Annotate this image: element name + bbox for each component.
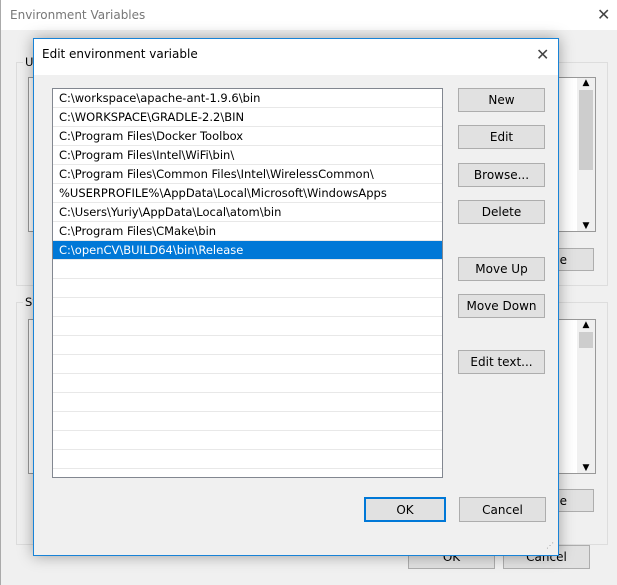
edit-environment-variable-dialog: Edit environment variable ✕ C:\workspace… [33, 38, 559, 556]
edit-text-button[interactable]: Edit text... [458, 350, 545, 374]
list-item[interactable]: C:\Program Files\Common Files\Intel\Wire… [53, 165, 442, 184]
scrollbar[interactable]: ▲ ▼ [577, 320, 595, 473]
browse-button[interactable]: Browse... [458, 163, 545, 187]
list-item[interactable]: C:\Program Files\Docker Toolbox [53, 127, 442, 146]
bg-button-label: e [559, 493, 567, 508]
list-item[interactable]: C:\workspace\apache-ant-1.9.6\bin [53, 89, 442, 108]
move-down-button[interactable]: Move Down [458, 294, 545, 318]
list-item[interactable] [53, 431, 442, 450]
delete-button[interactable]: Delete [458, 200, 545, 224]
scrollbar[interactable]: ▲ ▼ [577, 78, 595, 231]
list-item[interactable]: C:\openCV\BUILD64\bin\Release [53, 241, 442, 260]
dialog-title-bar: Edit environment variable ✕ [34, 39, 558, 75]
resize-grip-icon[interactable]: ⋰ [546, 541, 554, 550]
list-item[interactable]: %USERPROFILE%\AppData\Local\Microsoft\Wi… [53, 184, 442, 203]
dialog-title: Edit environment variable [42, 47, 198, 61]
close-icon[interactable]: ✕ [536, 45, 549, 64]
list-item[interactable] [53, 393, 442, 412]
bg-button-label: e [559, 252, 567, 267]
cancel-button[interactable]: Cancel [459, 497, 546, 522]
edit-button[interactable]: Edit [458, 125, 545, 149]
list-item[interactable] [53, 260, 442, 279]
list-item[interactable]: C:\Program Files\Intel\WiFi\bin\ [53, 146, 442, 165]
list-item[interactable]: C:\Users\Yuriy\AppData\Local\atom\bin [53, 203, 442, 222]
bg-title-bar: Environment Variables ✕ [1, 0, 617, 30]
list-item[interactable] [53, 412, 442, 431]
list-item[interactable] [53, 450, 442, 469]
list-item[interactable] [53, 317, 442, 336]
list-item[interactable] [53, 298, 442, 317]
new-button[interactable]: New [458, 88, 545, 112]
bg-close-icon[interactable]: ✕ [597, 5, 610, 24]
ok-button[interactable]: OK [364, 497, 446, 522]
list-item[interactable]: C:\Program Files\CMake\bin [53, 222, 442, 241]
list-item[interactable]: C:\WORKSPACE\GRADLE-2.2\BIN [53, 108, 442, 127]
list-item[interactable] [53, 374, 442, 393]
list-item[interactable] [53, 279, 442, 298]
list-item[interactable] [53, 336, 442, 355]
list-item[interactable] [53, 355, 442, 374]
path-entries-list[interactable]: C:\workspace\apache-ant-1.9.6\bin C:\WORK… [52, 88, 443, 478]
move-up-button[interactable]: Move Up [458, 257, 545, 281]
bg-window-title: Environment Variables [10, 8, 146, 22]
